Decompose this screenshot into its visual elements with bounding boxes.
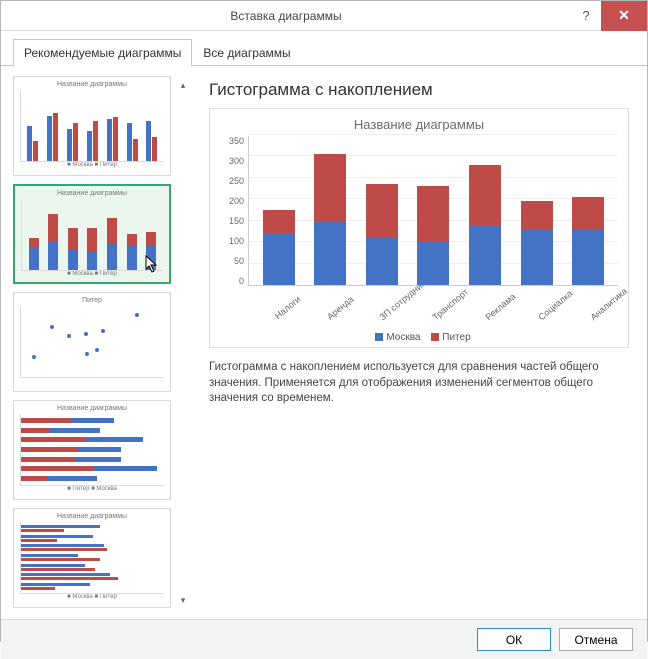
chart-bar-segment <box>521 229 553 285</box>
chart-bar-segment <box>417 186 449 242</box>
y-tick-label: 100 <box>220 236 244 246</box>
y-tick-label: 250 <box>220 176 244 186</box>
y-tick-label: 200 <box>220 196 244 206</box>
chart-bar-segment <box>572 229 604 285</box>
chart-bar <box>314 154 346 285</box>
thumbnail-list: Название диаграммы ■ Москва ■ Питер <box>13 76 171 609</box>
thumbnail-title: Название диаграммы <box>20 81 164 88</box>
y-tick-label: 300 <box>220 156 244 166</box>
y-tick-label: 150 <box>220 216 244 226</box>
chart-thumbnail-stacked-bar[interactable]: Название диаграммы ■ Питер ■ Москва <box>13 400 171 500</box>
help-button[interactable]: ? <box>571 8 601 23</box>
scroll-up-icon[interactable]: ▴ <box>176 78 190 92</box>
y-tick-label: 50 <box>220 256 244 266</box>
thumbnail-legend: ■ Москва ■ Питер <box>21 271 163 277</box>
y-tick-label: 350 <box>220 136 244 146</box>
thumbnail-legend: ■ Москва ■ Питер <box>20 594 164 600</box>
chart-bar-segment <box>469 225 501 285</box>
thumbnail-title: Название диаграммы <box>20 405 164 412</box>
chart-bar <box>521 201 553 285</box>
thumbnail-sidebar: Название диаграммы ■ Москва ■ Питер <box>1 66 193 619</box>
scroll-down-icon[interactable]: ▾ <box>176 593 190 607</box>
preview-heading: Гистограмма с накоплением <box>209 80 629 100</box>
chart-bar-segment <box>366 184 398 238</box>
chart-description: Гистограмма с накоплением используется д… <box>209 360 629 407</box>
y-tick-label: 0 <box>220 276 244 286</box>
thumbnail-legend: ■ Питер ■ Москва <box>20 486 164 492</box>
cancel-button[interactable]: Отмена <box>559 628 633 651</box>
window-title: Вставка диаграммы <box>1 9 571 23</box>
chart-bar <box>417 186 449 285</box>
preview-panel: Гистограмма с накоплением Название диагр… <box>193 66 647 619</box>
chart-thumbnail-clustered-column[interactable]: Название диаграммы ■ Москва ■ Питер <box>13 76 171 176</box>
chart-bar-segment <box>366 238 398 285</box>
chart-bar-segment <box>521 201 553 229</box>
thumbnail-legend: ■ Москва ■ Питер <box>20 162 164 168</box>
tab-recommended[interactable]: Рекомендуемые диаграммы <box>13 39 192 66</box>
chart-bar-segment <box>314 154 346 220</box>
dialog-footer: ОК Отмена <box>1 619 647 659</box>
chart-bar-segment <box>417 242 449 285</box>
chart-bar-segment <box>263 234 295 285</box>
chart-title: Название диаграммы <box>220 117 618 132</box>
grid-line <box>249 155 618 156</box>
chart-bar-segment <box>469 165 501 225</box>
close-button[interactable]: ✕ <box>601 1 647 31</box>
thumbnail-title: Питер <box>20 297 164 304</box>
tab-all-charts[interactable]: Все диаграммы <box>192 39 301 65</box>
legend-swatch-b <box>431 333 439 341</box>
chart-thumbnail-clustered-bar[interactable]: Название диаграммы ■ Москва ■ Питер <box>13 508 171 608</box>
chart-bar <box>469 165 501 285</box>
sidebar-scrollbar[interactable]: ▴ ▾ <box>175 76 191 609</box>
chart-preview: Название диаграммы 0 50 100 150 200 250 300 350… <box>209 108 629 348</box>
thumbnail-title: Название диаграммы <box>21 190 163 197</box>
chart-thumbnail-scatter[interactable]: Питер <box>13 292 171 392</box>
chart-thumbnail-stacked-column[interactable]: Название диаграммы ■ Москва ■ Питер <box>13 184 171 284</box>
ok-button[interactable]: ОК <box>477 628 551 651</box>
grid-line <box>249 177 618 178</box>
chart-bar <box>572 197 604 285</box>
grid-line <box>249 134 618 135</box>
chart-bar-segment <box>572 197 604 229</box>
chart-bar-segment <box>263 210 295 234</box>
x-axis-labels: НалогиАрендаЗП сотрудниковТранспортРекла… <box>248 286 618 328</box>
chart-bar <box>263 210 295 285</box>
thumbnail-title: Название диаграммы <box>20 513 164 520</box>
titlebar: Вставка диаграммы ? ✕ <box>1 1 647 31</box>
legend-swatch-a <box>375 333 383 341</box>
chart-plot: 0 50 100 150 200 250 300 350 <box>220 136 618 286</box>
tab-bar: Рекомендуемые диаграммы Все диаграммы <box>1 31 647 66</box>
chart-bar-segment <box>314 221 346 285</box>
chart-bar <box>366 184 398 285</box>
chart-bars-area <box>248 136 618 286</box>
main-area: Название диаграммы ■ Москва ■ Питер <box>1 66 647 619</box>
y-axis: 0 50 100 150 200 250 300 350 <box>220 136 248 286</box>
